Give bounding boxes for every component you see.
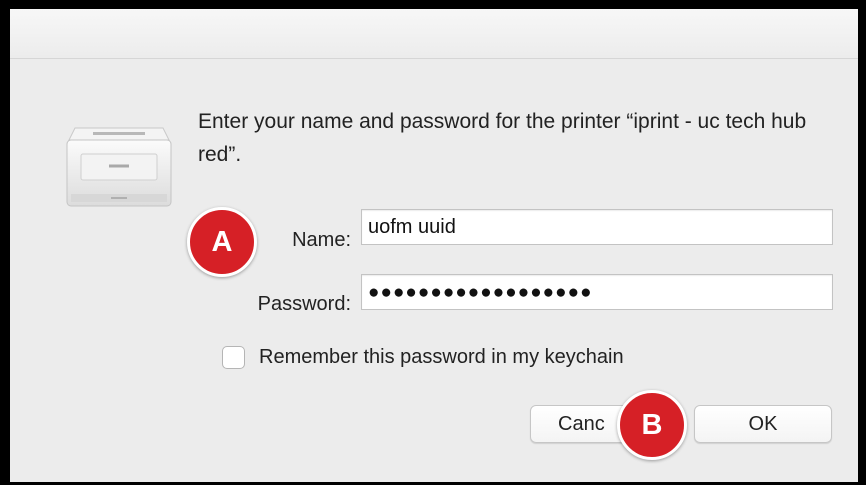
ok-button-label: OK xyxy=(748,413,778,435)
cancel-button-label: Canc xyxy=(558,413,605,435)
dialog-window: Enter your name and password for the pri… xyxy=(0,0,866,485)
name-field-value: uofm uuid xyxy=(368,216,456,238)
printer-icon xyxy=(66,127,172,207)
dialog-message: Enter your name and password for the pri… xyxy=(198,110,807,166)
title-bar[interactable] xyxy=(10,9,858,59)
password-label: Password: xyxy=(257,293,351,315)
name-field[interactable]: uofm uuid xyxy=(361,209,833,245)
remember-checkbox[interactable] xyxy=(222,346,245,369)
name-label: Name: xyxy=(292,229,351,251)
annotation-badge-a: A xyxy=(187,207,257,277)
password-field-value: ●●●●●●●●●●●●●●●●●● xyxy=(368,282,593,303)
password-field[interactable]: ●●●●●●●●●●●●●●●●●● xyxy=(361,274,833,310)
remember-checkbox-label[interactable]: Remember this password in my keychain xyxy=(259,346,624,369)
annotation-badge-b: B xyxy=(617,390,687,460)
ok-button[interactable]: OK xyxy=(694,405,832,443)
